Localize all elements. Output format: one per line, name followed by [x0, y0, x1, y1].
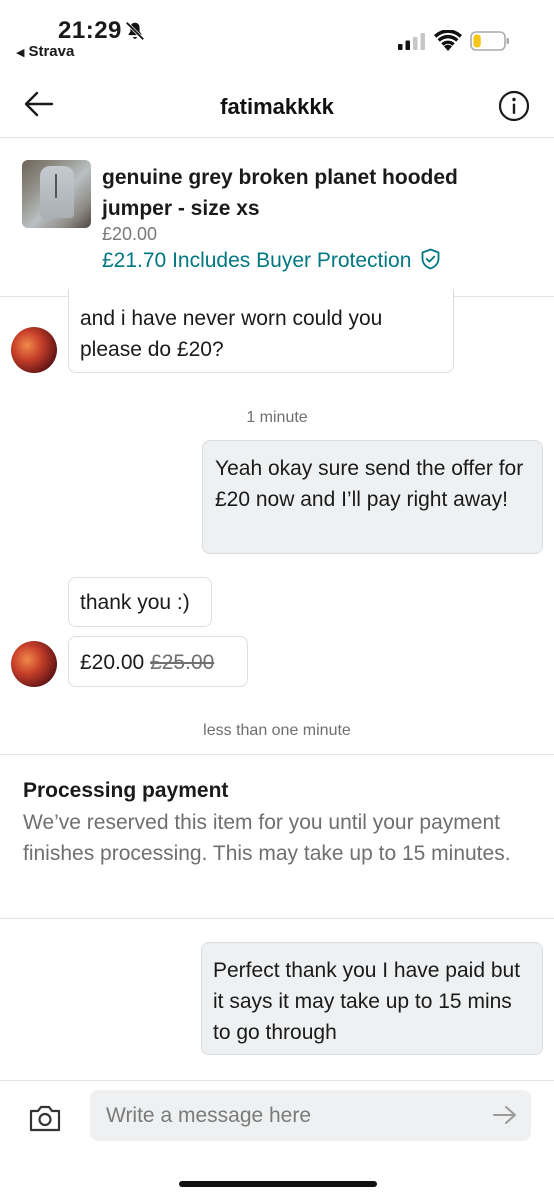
- processing-payment-notice: Processing payment We’ve reserved this i…: [0, 754, 554, 919]
- bell-slash-icon: [125, 21, 145, 41]
- battery-icon: [470, 31, 509, 51]
- page-title: fatimakkkk: [220, 94, 334, 119]
- home-indicator[interactable]: [179, 1181, 377, 1187]
- hoodie-shape: [40, 166, 74, 218]
- processing-title: Processing payment: [23, 779, 229, 802]
- avatar[interactable]: [11, 327, 57, 373]
- message-input[interactable]: [90, 1090, 531, 1141]
- chat-header: fatimakkkk: [0, 70, 554, 138]
- item-total-price: £21.70: [102, 249, 167, 272]
- original-price: £25.00: [150, 651, 215, 674]
- back-app-label: Strava: [28, 43, 75, 60]
- timestamp: less than one minute: [203, 722, 351, 739]
- item-total-with-protection[interactable]: £21.70 Includes Buyer Protection: [102, 248, 441, 273]
- offer-bubble[interactable]: £20.00 £25.00: [68, 636, 248, 687]
- info-icon[interactable]: [498, 90, 530, 122]
- back-triangle-icon: ◀: [16, 47, 25, 59]
- message-bubble-incoming: and i have never worn could you please d…: [68, 289, 454, 373]
- camera-icon[interactable]: [28, 1103, 62, 1133]
- item-thumbnail[interactable]: [22, 160, 91, 228]
- wifi-icon: [434, 30, 462, 51]
- hoodie-string: [55, 174, 57, 198]
- avatar[interactable]: [11, 641, 57, 687]
- buyer-protection-label: Includes Buyer Protection: [172, 249, 412, 272]
- message-composer: [0, 1080, 554, 1155]
- processing-body: We’ve reserved this item for you until y…: [23, 811, 511, 865]
- send-arrow-icon[interactable]: [492, 1104, 518, 1126]
- message-bubble-outgoing: Yeah okay sure send the offer for £20 no…: [202, 440, 543, 554]
- item-title[interactable]: genuine grey broken planet hooded jumper…: [102, 162, 522, 224]
- back-to-app-link[interactable]: ◀ Strava: [16, 43, 74, 60]
- message-bubble-outgoing: Perfect thank you I have paid but it say…: [201, 942, 543, 1055]
- shield-check-icon: [421, 248, 440, 270]
- offer-price: £20.00: [80, 651, 145, 674]
- signal-icon: [398, 33, 425, 50]
- item-price: £20.00: [102, 224, 158, 244]
- message-bubble-incoming: thank you :): [68, 577, 212, 627]
- item-card[interactable]: genuine grey broken planet hooded jumper…: [0, 139, 554, 297]
- timestamp: 1 minute: [246, 409, 308, 426]
- status-time: 21:29: [58, 17, 122, 44]
- status-bar: 21:29 ◀ Strava: [0, 0, 554, 70]
